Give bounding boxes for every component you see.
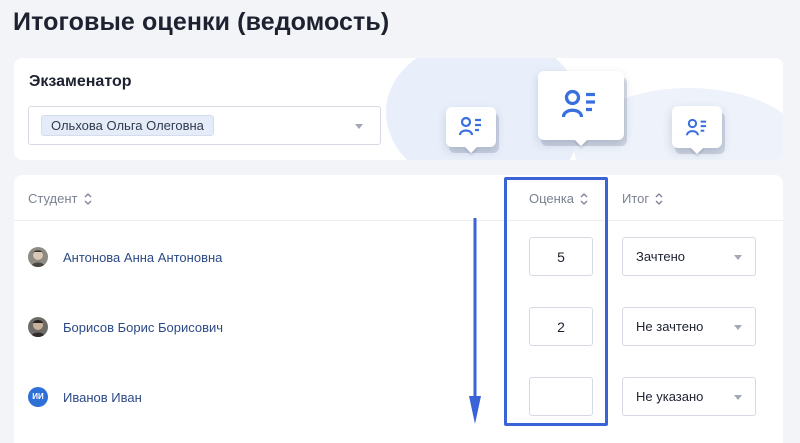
avatar [28, 247, 48, 267]
result-select[interactable]: Не указано [622, 377, 756, 416]
result-select[interactable]: Зачтено [622, 237, 756, 276]
page-title: Итоговые оценки (ведомость) [13, 8, 390, 36]
user-profile-icon [459, 116, 481, 136]
column-header-student[interactable]: Студент [28, 191, 92, 206]
chevron-down-icon[interactable] [355, 124, 363, 129]
chevron-down-icon[interactable] [734, 255, 742, 260]
chevron-down-icon[interactable] [734, 325, 742, 330]
student-name-link[interactable]: Иванов Иван [63, 390, 142, 405]
column-header-result[interactable]: Итог [622, 191, 663, 206]
arrow-down-icon [469, 218, 481, 424]
result-select-value: Зачтено [636, 249, 686, 264]
user-profile-icon [686, 118, 707, 136]
chevron-down-icon[interactable] [734, 395, 742, 400]
table-header: Студент Оценка Итог [14, 175, 783, 221]
grade-column-highlight [504, 177, 608, 426]
avatar [28, 317, 48, 337]
column-header-label: Студент [28, 191, 78, 206]
result-select-value: Не зачтено [636, 319, 704, 334]
examiner-select[interactable]: Ольхова Ольга Олеговна [28, 106, 381, 145]
table-row: Борисов Борис Борисович Не зачтено [14, 292, 783, 362]
table-row: Антонова Анна Антоновна Зачтено [14, 222, 783, 292]
profile-card-illustration [538, 71, 624, 147]
student-name-link[interactable]: Борисов Борис Борисович [63, 320, 223, 335]
student-name-link[interactable]: Антонова Анна Антоновна [63, 250, 222, 265]
examiner-card: Экзаменатор Ольхова Ольга Олеговна [14, 58, 783, 160]
column-header-label: Итог [622, 191, 650, 206]
avatar: ИИ [28, 387, 48, 407]
sort-icon[interactable] [84, 192, 92, 205]
result-select-value: Не указано [636, 389, 704, 404]
result-select[interactable]: Не зачтено [622, 307, 756, 346]
examiner-label: Экзаменатор [29, 73, 132, 90]
sort-icon[interactable] [655, 192, 663, 205]
examiner-chip[interactable]: Ольхова Ольга Олеговна [41, 115, 214, 136]
table-row: ИИ Иванов Иван Не указано [14, 362, 783, 432]
user-profile-icon [562, 89, 595, 118]
profile-card-illustration [672, 106, 722, 155]
profile-card-illustration [446, 107, 496, 154]
grades-table: Студент Оценка Итог Антонова Анна Антоно… [14, 175, 783, 443]
